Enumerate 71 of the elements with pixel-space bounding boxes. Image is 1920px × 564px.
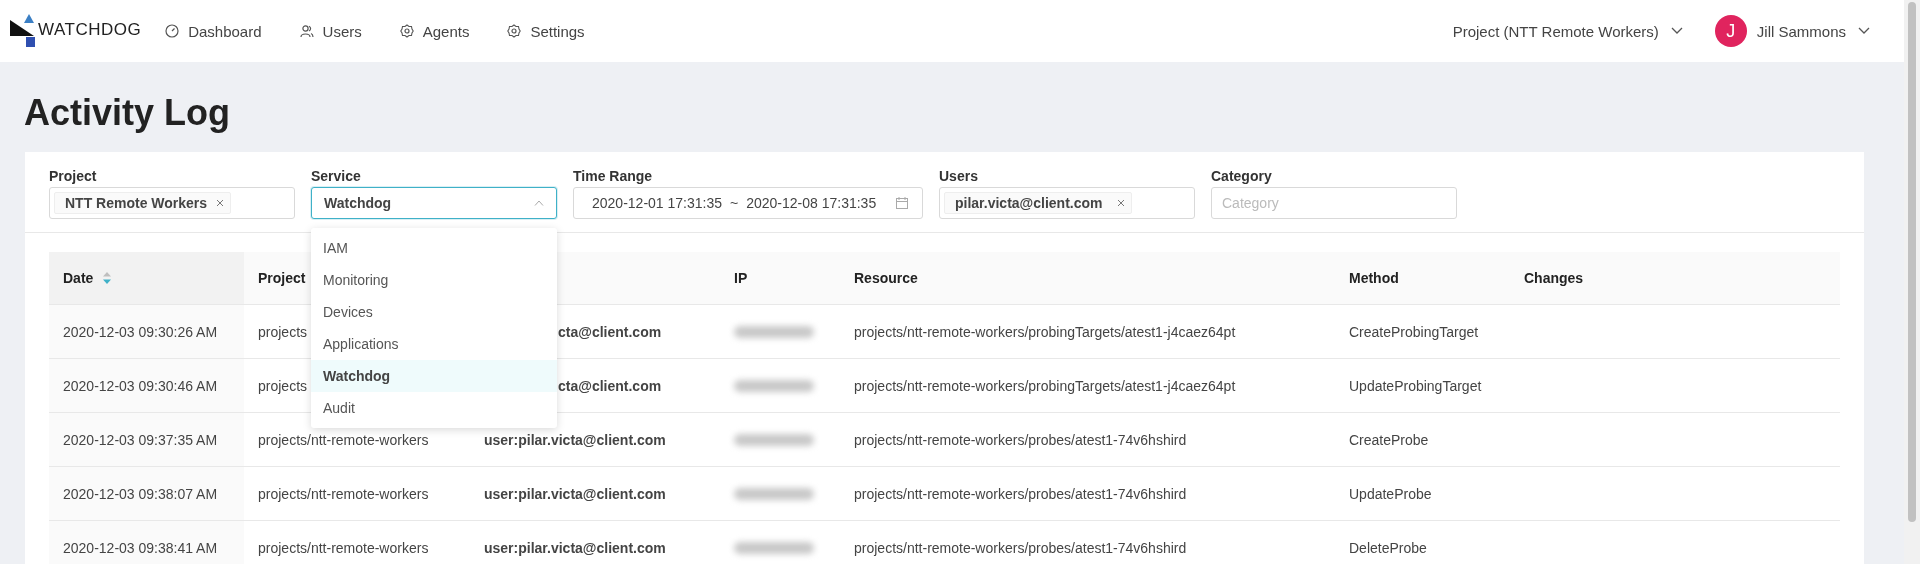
table-cell: projects/ntt-remote-workers	[258, 539, 429, 556]
sort-icon[interactable]	[103, 272, 112, 284]
table-cell: 2020-12-03 09:37:35 AM	[63, 431, 218, 448]
nav-link[interactable]: Users	[299, 22, 362, 40]
dropdown-option[interactable]: Applications	[311, 328, 557, 360]
filter-label: Service	[311, 168, 362, 184]
tag-select-field[interactable]: NTT Remote Workers	[49, 187, 295, 219]
table-cell: CreateProbingTarget	[1349, 323, 1479, 340]
gauge-icon	[165, 24, 180, 38]
filter-label: Users	[939, 168, 979, 184]
nav-link[interactable]: Agents	[399, 22, 470, 40]
table-cell: UpdateProbingTarget	[1349, 377, 1482, 394]
table-cell: projects	[258, 323, 308, 340]
service-select[interactable]: Watchdog	[311, 187, 557, 219]
table-cell: projects/ntt-remote-workers	[258, 431, 429, 448]
table-cell: projects	[258, 377, 308, 394]
close-icon[interactable]	[216, 199, 225, 207]
scrollbar-thumb[interactable]	[1908, 2, 1916, 522]
table-cell: UpdateProbe	[1349, 485, 1432, 502]
table-cell: projects/ntt-remote-workers/probingTargets/atest1-j4caez64pt	[854, 323, 1236, 340]
category-input[interactable]: Category	[1211, 187, 1457, 219]
table-cell: user:pilar.victa@client.com	[484, 431, 666, 448]
logo-text: WATCHDOG	[38, 21, 142, 41]
calendar-icon	[896, 197, 908, 209]
table-cell: cta@client.com	[558, 323, 662, 340]
column-header: IP	[734, 270, 748, 286]
nav-link[interactable]: Dashboard	[165, 22, 262, 40]
user-menu[interactable]: Jill Sammons	[1756, 22, 1870, 40]
table-cell: projects/ntt-remote-workers/probes/atest1-74v6hshird	[854, 539, 1187, 556]
page-title: Activity Log	[24, 92, 231, 134]
filter-tag: NTT Remote Workers	[54, 192, 232, 214]
avatar[interactable]: J	[1714, 15, 1747, 47]
table-cell: 2020-12-03 09:38:41 AM	[63, 539, 218, 556]
users-icon	[299, 24, 314, 38]
table-cell: 2020-12-03 09:30:46 AM	[63, 377, 218, 394]
filter-label: Category	[1211, 168, 1273, 184]
caret-icon	[1670, 27, 1683, 35]
tag-select-field[interactable]: pilar.victa@client.com	[939, 187, 1195, 219]
caret-icon	[534, 200, 544, 206]
table-cell: 2020-12-03 09:30:26 AM	[63, 323, 218, 340]
dropdown-option[interactable]: Monitoring	[311, 264, 557, 296]
column-header[interactable]: Date	[63, 270, 112, 286]
dropdown-option[interactable]: IAM	[311, 232, 557, 264]
filter-label: Project	[49, 168, 98, 184]
date-range-field[interactable]: 2020-12-01 17:31:35 ~ 2020-12-08 17:31:35	[573, 187, 923, 219]
dropdown-option[interactable]: Watchdog	[311, 360, 557, 392]
table-cell: projects/ntt-remote-workers/probes/atest1-74v6hshird	[854, 431, 1187, 448]
filter-tag: pilar.victa@client.com	[944, 192, 1132, 214]
close-icon[interactable]	[1117, 199, 1125, 207]
caret-icon	[1858, 27, 1870, 35]
column-header: Changes	[1524, 270, 1584, 286]
dropdown-option[interactable]: Devices	[311, 296, 557, 328]
nav-link[interactable]: Settings	[507, 22, 585, 40]
table-cell: projects/ntt-remote-workers/probingTargets/atest1-j4caez64pt	[854, 377, 1236, 394]
table-cell: 2020-12-03 09:38:07 AM	[63, 485, 218, 502]
table-cell: cta@client.com	[558, 377, 662, 394]
table-cell: user:pilar.victa@client.com	[484, 539, 666, 556]
filter-label: Time Range	[573, 168, 654, 184]
column-header: Method	[1349, 270, 1399, 286]
column-header: Project	[258, 270, 306, 286]
gear-icon	[399, 24, 414, 38]
logo-icon	[10, 14, 36, 48]
table-cell: projects/ntt-remote-workers	[258, 485, 429, 502]
column-header: Resource	[854, 270, 918, 286]
project-dropdown[interactable]: Project (NTT Remote Workers)	[1452, 22, 1683, 40]
table-cell: CreateProbe	[1349, 431, 1429, 448]
table-cell: DeleteProbe	[1349, 539, 1427, 556]
dropdown-option[interactable]: Audit	[311, 392, 557, 424]
table-cell: user:pilar.victa@client.com	[484, 485, 666, 502]
gear-icon	[507, 24, 522, 38]
table-cell: projects/ntt-remote-workers/probes/atest1-74v6hshird	[854, 485, 1187, 502]
